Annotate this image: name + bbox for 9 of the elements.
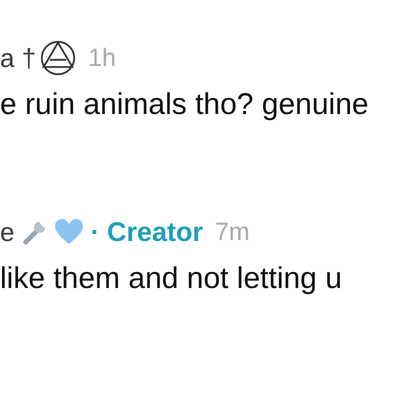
- triangle-in-circle-icon: [40, 40, 76, 76]
- heart-icon: [54, 218, 84, 246]
- creator-label: · Creator: [90, 216, 203, 248]
- comment-text: like them and not letting u: [0, 262, 343, 296]
- author-name[interactable]: a †: [0, 42, 36, 74]
- timestamp: 7m: [215, 218, 250, 246]
- author-name[interactable]: e: [0, 216, 14, 248]
- timestamp: 1h: [88, 44, 116, 72]
- comment-text: e ruin animals tho? genuine: [0, 88, 370, 122]
